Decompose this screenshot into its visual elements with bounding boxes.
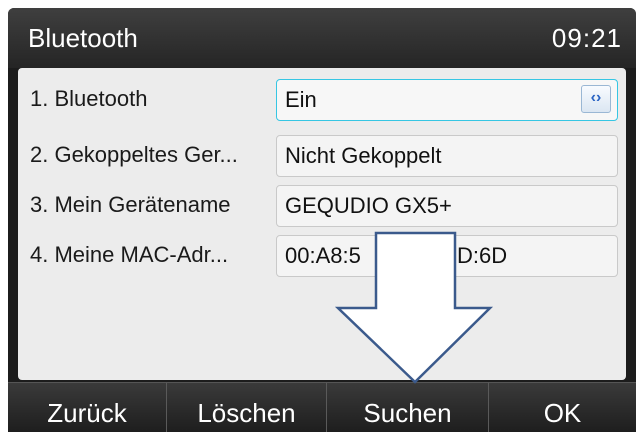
down-arrow-icon [334,231,494,384]
